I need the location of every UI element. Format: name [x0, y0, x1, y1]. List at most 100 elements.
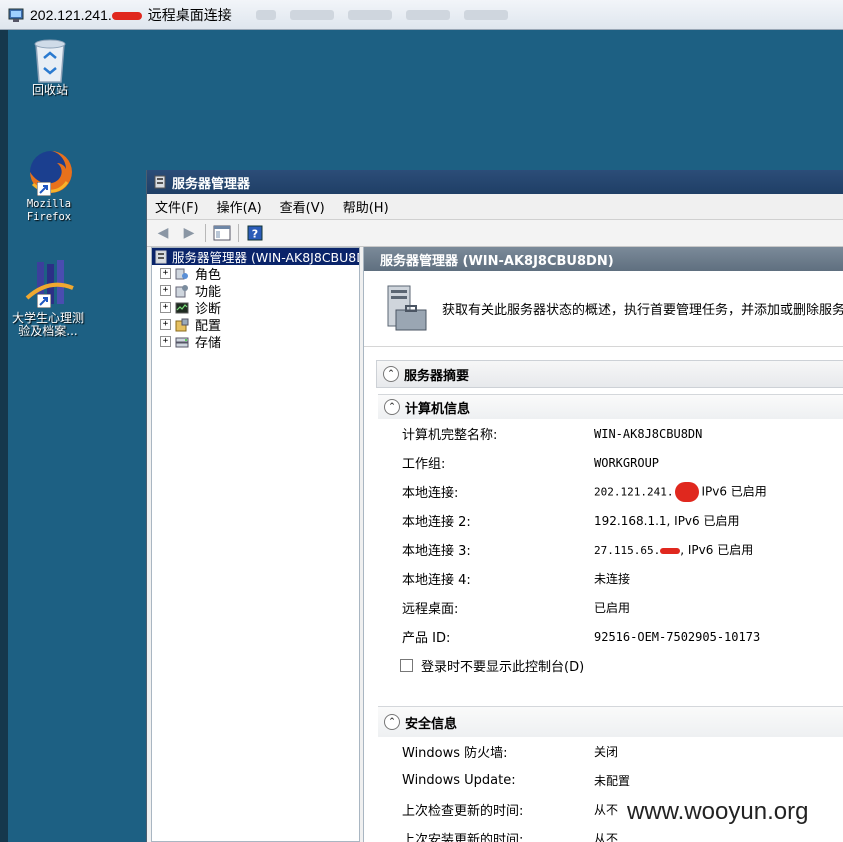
- info-value-link[interactable]: 未连接: [594, 570, 630, 587]
- info-row: 本地连接 3: 27.115.65. , IPv6 已启用: [378, 535, 843, 564]
- rdp-title-text: 远程桌面连接: [147, 6, 232, 23]
- info-key: 本地连接 3:: [402, 544, 471, 559]
- expand-icon[interactable]: +: [160, 336, 171, 347]
- collapse-icon[interactable]: ⌃: [384, 399, 400, 415]
- info-value-link[interactable]: 未配置: [594, 772, 630, 789]
- info-key: 上次安装更新的时间:: [402, 833, 524, 842]
- recycle-bin-icon: [30, 36, 70, 84]
- storage-icon: [174, 335, 190, 349]
- info-value-link[interactable]: 关闭: [594, 743, 618, 760]
- menu-bar: 文件(F) 操作(A) 查看(V) 帮助(H): [147, 194, 843, 219]
- desktop-icon-label: 回收站: [31, 83, 68, 97]
- info-key: Windows 防火墙:: [402, 746, 508, 761]
- expand-icon[interactable]: +: [160, 302, 171, 313]
- tree-item-storage[interactable]: + 存储: [152, 333, 359, 351]
- info-value-link[interactable]: 27.115.65. , IPv6 已启用: [594, 541, 753, 558]
- menu-help[interactable]: 帮助(H): [343, 197, 389, 216]
- diagnostics-icon: [174, 301, 190, 315]
- redaction-mark: [675, 481, 700, 502]
- info-row: 远程桌面: 已启用: [378, 593, 843, 622]
- info-value-link[interactable]: 192.168.1.1, IPv6 已启用: [594, 512, 739, 529]
- tree-root-server-manager[interactable]: 服务器管理器 (WIN-AK8J8CBU8DN): [152, 248, 359, 265]
- tree-item-label: 存储: [195, 336, 222, 351]
- info-key: 工作组:: [402, 457, 446, 472]
- redaction-mark: [660, 547, 681, 554]
- server-manager-window: 服务器管理器 文件(F) 操作(A) 查看(V) 帮助(H) ◀ ▶ ? 服务器…: [146, 170, 843, 842]
- info-key: Windows Update:: [402, 773, 516, 788]
- desktop-icon-label: Mozilla: [26, 198, 72, 210]
- info-row: Windows Update: 未配置: [378, 766, 843, 795]
- info-row: 本地连接 2: 192.168.1.1, IPv6 已启用: [378, 506, 843, 535]
- server-manager-icon: [153, 175, 167, 189]
- security-info-header[interactable]: ⌃ 安全信息: [378, 706, 843, 737]
- rdp-title-bar: 202.121.241. 远程桌面连接: [0, 0, 843, 30]
- server-toolbox-icon: [382, 284, 428, 334]
- hide-console-checkbox[interactable]: [400, 658, 413, 672]
- toolbar: ◀ ▶ ?: [147, 219, 843, 247]
- app-shortcut-icon: [21, 258, 75, 312]
- info-key: 计算机完整名称:: [402, 428, 498, 443]
- help-icon[interactable]: ?: [245, 224, 265, 242]
- desktop-icon-recycle-bin[interactable]: 回收站: [10, 36, 90, 97]
- roles-icon: [174, 267, 190, 281]
- pane-header: 服务器管理器 (WIN-AK8J8CBU8DN): [364, 247, 843, 271]
- server-summary-header[interactable]: ⌃ 服务器摘要: [376, 360, 843, 388]
- expand-icon[interactable]: +: [160, 319, 171, 330]
- info-row: 上次安装更新的时间: 从不: [378, 824, 843, 842]
- info-row: 本地连接 4: 未连接: [378, 564, 843, 593]
- window-titlebar[interactable]: 服务器管理器: [147, 170, 843, 194]
- server-manager-icon: [154, 250, 168, 264]
- checkbox-label: 登录时不要显示此控制台(D): [421, 659, 585, 675]
- configuration-icon: [174, 318, 190, 332]
- info-row: 计算机完整名称: WIN-AK8J8CBU8DN: [378, 419, 843, 448]
- expand-icon[interactable]: +: [160, 285, 171, 296]
- pane-description-area: 获取有关此服务器状态的概述，执行首要管理任务，并添加或删除服务器: [364, 271, 843, 347]
- section-title: 服务器摘要: [404, 368, 470, 384]
- computer-info-header[interactable]: ⌃ 计算机信息: [378, 394, 843, 419]
- ip-value: 27.115.65.: [594, 544, 661, 557]
- back-arrow-icon[interactable]: ◀: [153, 224, 173, 242]
- info-key: 上次检查更新的时间:: [402, 804, 524, 819]
- tree-root-label: 服务器管理器 (WIN-AK8J8CBU8DN): [172, 250, 359, 265]
- section-title: 计算机信息: [405, 401, 471, 417]
- hide-console-checkbox-row[interactable]: 登录时不要显示此控制台(D): [378, 651, 843, 679]
- menu-action[interactable]: 操作(A): [217, 197, 262, 216]
- info-value: 从不: [594, 803, 619, 817]
- remote-desktop-icon: [8, 7, 24, 23]
- expand-icon[interactable]: +: [160, 268, 171, 279]
- tree-item-roles[interactable]: + 角色: [152, 265, 359, 283]
- rdp-blurred-toolbar[interactable]: [255, 9, 508, 20]
- tree-item-features[interactable]: + 功能: [152, 282, 359, 300]
- pane-description: 获取有关此服务器状态的概述，执行首要管理任务，并添加或删除服务器: [442, 303, 843, 318]
- show-hide-console-tree-icon[interactable]: [212, 224, 232, 242]
- info-row: 工作组: WORKGROUP: [378, 448, 843, 477]
- window-title: 服务器管理器: [172, 176, 251, 192]
- console-tree: 服务器管理器 (WIN-AK8J8CBU8DN) + 角色 + 功能 + 诊断 …: [151, 247, 360, 842]
- ipv6-status: IPv6 已启用: [701, 484, 767, 498]
- info-key: 本地连接:: [402, 486, 459, 501]
- info-row: Windows 防火墙: 关闭: [378, 737, 843, 766]
- details-pane: 服务器管理器 (WIN-AK8J8CBU8DN) 获取有关此服务器状态的概述，执…: [363, 247, 843, 842]
- info-value: 从不: [594, 832, 619, 842]
- info-value: WIN-AK8J8CBU8DN: [594, 426, 703, 441]
- info-value: WORKGROUP: [594, 455, 660, 470]
- desktop-left-strip: [0, 30, 8, 842]
- tree-item-diagnostics[interactable]: + 诊断: [152, 299, 359, 317]
- collapse-icon[interactable]: ⌃: [383, 366, 399, 382]
- info-key: 产品 ID:: [402, 631, 451, 646]
- info-value: 92516-OEM-7502905-10173: [594, 629, 761, 644]
- info-value-link[interactable]: 202.121.241. IPv6 已启用: [594, 481, 767, 502]
- desktop-icon-label: Firefox: [26, 211, 72, 223]
- menu-file[interactable]: 文件(F): [155, 197, 199, 216]
- collapse-icon[interactable]: ⌃: [384, 714, 400, 730]
- menu-view[interactable]: 查看(V): [280, 197, 325, 216]
- desktop-icon-app[interactable]: 大学生心理测 验及档案...: [8, 258, 88, 338]
- forward-arrow-icon[interactable]: ▶: [179, 224, 199, 242]
- computer-info-section: ⌃ 计算机信息 计算机完整名称: WIN-AK8J8CBU8DN 工作组: WO…: [378, 394, 843, 679]
- info-value-link[interactable]: 已启用: [594, 599, 630, 616]
- desktop-icon-firefox[interactable]: Mozilla Firefox: [9, 148, 89, 224]
- redaction-mark: [111, 11, 142, 20]
- section-title: 安全信息: [405, 716, 458, 732]
- ipv6-status: , IPv6 已启用: [680, 543, 754, 557]
- tree-item-configuration[interactable]: + 配置: [152, 316, 359, 334]
